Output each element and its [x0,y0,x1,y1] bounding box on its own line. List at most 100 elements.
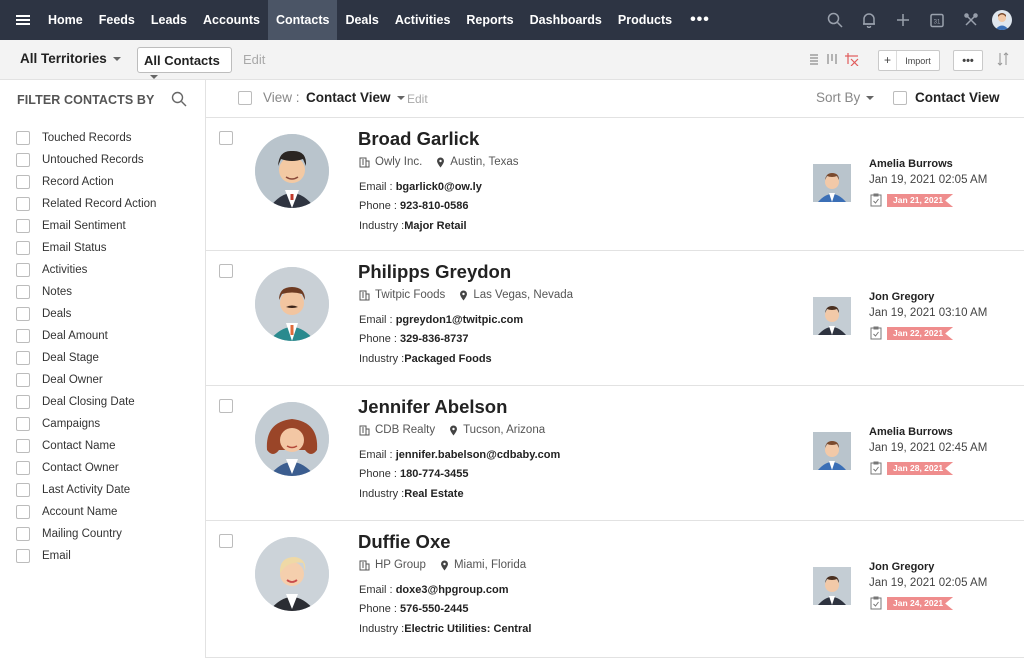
edit-view-link[interactable]: Edit [243,52,265,67]
nav-item-leads[interactable]: Leads [143,0,195,40]
nav-item-accounts[interactable]: Accounts [195,0,268,40]
record-checkbox[interactable] [219,534,233,548]
nav-item-contacts[interactable]: Contacts [267,0,338,40]
filter-checkbox[interactable] [16,483,30,497]
contact-name[interactable]: Broad Garlick [358,128,479,150]
contact-name[interactable]: Duffie Oxe [358,531,451,553]
contact-card[interactable]: Broad Garlick Owly Inc. Austin, Texas Em… [206,118,1024,251]
contact-name[interactable]: Jennifer Abelson [358,396,507,418]
owner-name: Jon Gregory [869,291,935,303]
add-button[interactable]: + [879,51,897,70]
view-select[interactable]: All Contacts [137,47,232,79]
filter-item[interactable]: Deal Owner [16,369,156,391]
nav-item-reports[interactable]: Reports [458,0,521,40]
filter-item[interactable]: Email [16,545,156,567]
search-icon[interactable] [171,91,187,107]
nav-item-dashboards[interactable]: Dashboards [522,0,610,40]
filter-item[interactable]: Email Sentiment [16,215,156,237]
filter-item[interactable]: Deal Stage [16,347,156,369]
nav-item-deals[interactable]: Deals [337,0,386,40]
contact-email[interactable]: doxe3@hpgroup.com [396,584,509,596]
filter-checkbox[interactable] [16,175,30,189]
filter-item[interactable]: Email Status [16,237,156,259]
record-checkbox[interactable] [219,399,233,413]
nav-item-activities[interactable]: Activities [387,0,459,40]
filter-checkbox[interactable] [16,285,30,299]
calendar-icon[interactable]: 31 [920,0,954,40]
contact-card[interactable]: Philipps Greydon Twitpic Foods Las Vegas… [206,251,1024,386]
edit-view-link[interactable]: Edit [407,92,428,106]
filter-checkbox[interactable] [16,263,30,277]
contact-company[interactable]: Twitpic Foods [375,289,445,301]
record-checkbox[interactable] [219,131,233,145]
filter-item[interactable]: Untouched Records [16,149,156,171]
nav-item-home[interactable]: Home [40,0,91,40]
filter-item[interactable]: Related Record Action [16,193,156,215]
contact-name[interactable]: Philipps Greydon [358,261,511,283]
contact-company[interactable]: Owly Inc. [375,156,422,168]
filter-checkbox[interactable] [16,241,30,255]
contact-phone[interactable]: 923-810-0586 [400,200,469,212]
sort-order-icon[interactable] [996,51,1010,67]
filter-item[interactable]: Record Action [16,171,156,193]
filter-checkbox[interactable] [16,373,30,387]
tools-icon[interactable] [954,0,988,40]
filter-item[interactable]: Contact Owner [16,457,156,479]
filter-item[interactable]: Last Activity Date [16,479,156,501]
filter-item[interactable]: Campaigns [16,413,156,435]
create-import-button[interactable]: + Import [878,50,940,71]
filter-item[interactable]: Deals [16,303,156,325]
contact-phone[interactable]: 180-774-3455 [400,468,469,480]
contact-company[interactable]: CDB Realty [375,424,435,436]
contact-company[interactable]: HP Group [375,559,426,571]
view-dropdown[interactable]: Contact View [306,90,405,105]
territory-select[interactable]: All Territories [20,51,121,66]
filter-checkbox[interactable] [16,153,30,167]
contact-email[interactable]: bgarlick0@ow.ly [396,181,482,193]
filter-checkbox[interactable] [16,461,30,475]
user-avatar[interactable] [992,10,1012,30]
filter-checkbox[interactable] [16,549,30,563]
kanban-view-icon[interactable] [826,52,838,66]
menu-icon[interactable] [6,0,40,40]
filter-checkbox[interactable] [16,131,30,145]
canvas-view-icon[interactable] [844,52,860,66]
contact-phone[interactable]: 329-836-8737 [400,333,469,345]
filter-checkbox[interactable] [16,505,30,519]
filter-checkbox[interactable] [16,439,30,453]
filter-item[interactable]: Touched Records [16,127,156,149]
nav-item-products[interactable]: Products [610,0,680,40]
select-all-checkbox[interactable] [238,91,252,105]
filter-item[interactable]: Mailing Country [16,523,156,545]
sort-by-dropdown[interactable]: Sort By [816,90,875,105]
filter-checkbox[interactable] [16,219,30,233]
bell-icon[interactable] [852,0,886,40]
filter-checkbox[interactable] [16,417,30,431]
search-icon[interactable] [818,0,852,40]
filter-checkbox[interactable] [16,351,30,365]
contact-view-checkbox[interactable] [893,91,907,105]
nav-more-button[interactable]: ••• [680,11,720,29]
filter-item[interactable]: Deal Amount [16,325,156,347]
more-options-button[interactable]: ••• [953,50,983,71]
filter-item[interactable]: Contact Name [16,435,156,457]
import-button[interactable]: Import [897,56,939,66]
filter-item[interactable]: Account Name [16,501,156,523]
filter-item[interactable]: Deal Closing Date [16,391,156,413]
filter-checkbox[interactable] [16,197,30,211]
filter-checkbox[interactable] [16,307,30,321]
contact-card[interactable]: Duffie Oxe HP Group Miami, Florida Email… [206,521,1024,658]
filter-checkbox[interactable] [16,395,30,409]
filter-checkbox[interactable] [16,329,30,343]
contact-email[interactable]: jennifer.babelson@cdbaby.com [396,449,561,461]
nav-item-feeds[interactable]: Feeds [91,0,143,40]
plus-icon[interactable] [886,0,920,40]
record-checkbox[interactable] [219,264,233,278]
list-view-icon[interactable] [808,52,820,66]
contact-email[interactable]: pgreydon1@twitpic.com [396,314,523,326]
contact-phone[interactable]: 576-550-2445 [400,603,469,615]
filter-item[interactable]: Notes [16,281,156,303]
contact-card[interactable]: Jennifer Abelson CDB Realty Tucson, Ariz… [206,386,1024,521]
filter-item[interactable]: Activities [16,259,156,281]
filter-checkbox[interactable] [16,527,30,541]
